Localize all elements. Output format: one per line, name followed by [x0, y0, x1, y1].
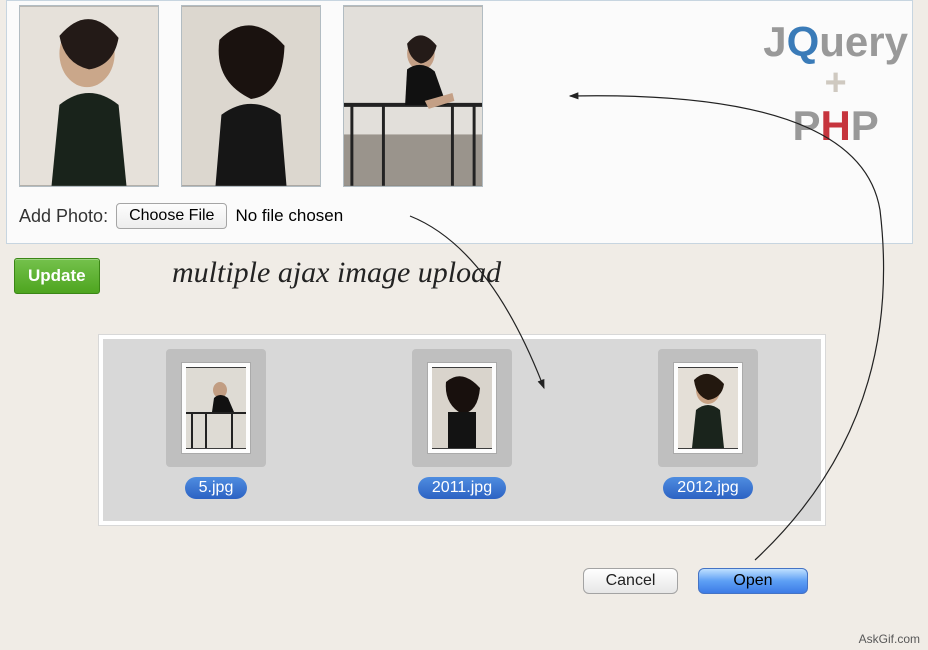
tech-logo: JQuery + PHP	[763, 20, 908, 148]
jquery-word: JQuery	[763, 20, 908, 64]
plus-sign: +	[763, 64, 908, 104]
caption-text: multiple ajax image upload	[172, 256, 501, 290]
file-item[interactable]: 2011.jpg	[397, 349, 527, 499]
file-name-badge: 5.jpg	[185, 477, 248, 499]
file-thumbnail-frame	[412, 349, 512, 467]
file-thumbnail	[673, 362, 743, 454]
file-grid: 5.jpg 2011.jpg 2012.jpg	[103, 339, 821, 521]
uploaded-photo-2[interactable]	[181, 5, 321, 187]
file-name-badge: 2012.jpg	[663, 477, 752, 499]
file-thumbnail-frame	[658, 349, 758, 467]
watermark: AskGif.com	[859, 632, 920, 646]
file-thumbnail	[181, 362, 251, 454]
uploaded-photo-1[interactable]	[19, 5, 159, 187]
add-photo-row: Add Photo: Choose File No file chosen	[19, 203, 900, 229]
file-item[interactable]: 5.jpg	[151, 349, 281, 499]
php-word: PHP	[763, 104, 908, 148]
add-photo-label: Add Photo:	[19, 206, 108, 227]
no-file-text: No file chosen	[235, 206, 343, 226]
file-browser: 5.jpg 2011.jpg 2012.jpg	[98, 334, 826, 526]
dialog-buttons: Cancel Open	[583, 568, 808, 594]
file-name-badge: 2011.jpg	[418, 477, 506, 499]
file-thumbnail	[427, 362, 497, 454]
file-thumbnail-frame	[166, 349, 266, 467]
uploaded-photo-3[interactable]	[343, 5, 483, 187]
cancel-button[interactable]: Cancel	[583, 568, 678, 594]
file-item[interactable]: 2012.jpg	[643, 349, 773, 499]
open-button[interactable]: Open	[698, 568, 808, 594]
update-button[interactable]: Update	[14, 258, 100, 294]
choose-file-button[interactable]: Choose File	[116, 203, 227, 229]
